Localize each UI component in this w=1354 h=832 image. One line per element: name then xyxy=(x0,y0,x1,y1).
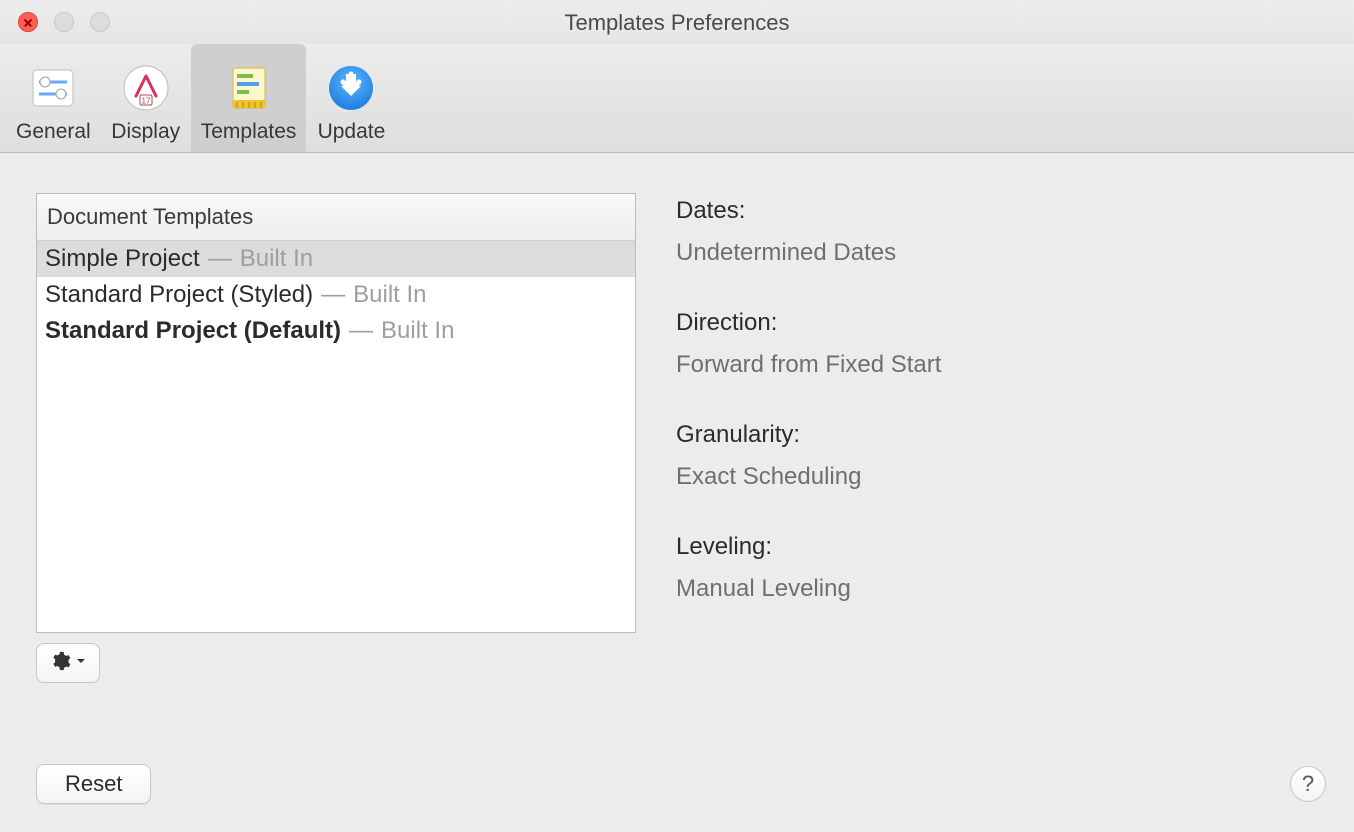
template-name: Simple Project xyxy=(45,245,200,273)
footer: Reset ? xyxy=(36,764,1326,804)
toolbar-item-display[interactable]: 17 Display xyxy=(101,44,191,152)
detail-label: Direction: xyxy=(676,309,1318,337)
templates-list-body: Simple Project — Built In Standard Proje… xyxy=(37,241,635,632)
sliders-icon xyxy=(27,62,79,114)
detail-value: Manual Leveling xyxy=(676,575,1318,603)
template-row[interactable]: Standard Project (Default) — Built In xyxy=(37,313,635,349)
toolbar-item-templates[interactable]: Templates xyxy=(191,44,307,152)
dash: — xyxy=(349,317,373,345)
detail-label: Leveling: xyxy=(676,533,1318,561)
templates-icon xyxy=(223,62,275,114)
toolbar-label: Update xyxy=(318,120,386,144)
help-button[interactable]: ? xyxy=(1290,766,1326,802)
detail-value: Exact Scheduling xyxy=(676,463,1318,491)
template-name: Standard Project (Default) xyxy=(45,317,341,345)
window-minimize-button xyxy=(54,12,74,32)
window-title: Templates Preferences xyxy=(0,10,1354,36)
toolbar-label: General xyxy=(16,120,91,144)
traffic-lights xyxy=(0,12,110,32)
templates-list-header: Document Templates xyxy=(37,194,635,241)
template-tag: Built In xyxy=(353,281,426,309)
download-icon xyxy=(325,62,377,114)
templates-column: Document Templates Simple Project — Buil… xyxy=(36,193,636,832)
template-row[interactable]: Simple Project — Built In xyxy=(37,241,635,277)
content-area: Document Templates Simple Project — Buil… xyxy=(0,153,1354,832)
template-tag: Built In xyxy=(381,317,454,345)
toolbar-label: Display xyxy=(111,120,180,144)
template-details: Dates: Undetermined Dates Direction: For… xyxy=(676,193,1318,832)
dash: — xyxy=(321,281,345,309)
titlebar: Templates Preferences xyxy=(0,0,1354,44)
template-tag: Built In xyxy=(240,245,313,273)
gear-icon xyxy=(49,650,71,677)
detail-value: Undetermined Dates xyxy=(676,239,1318,267)
preferences-toolbar: General 17 Display xyxy=(0,44,1354,153)
detail-label: Granularity: xyxy=(676,421,1318,449)
detail-field-granularity: Granularity: Exact Scheduling xyxy=(676,421,1318,491)
reset-button[interactable]: Reset xyxy=(36,764,151,804)
toolbar-item-update[interactable]: Update xyxy=(306,44,396,152)
calendar-icon: 17 xyxy=(120,62,172,114)
detail-field-direction: Direction: Forward from Fixed Start xyxy=(676,309,1318,379)
detail-field-dates: Dates: Undetermined Dates xyxy=(676,197,1318,267)
dash: — xyxy=(208,245,232,273)
detail-value: Forward from Fixed Start xyxy=(676,351,1318,379)
detail-field-leveling: Leveling: Manual Leveling xyxy=(676,533,1318,603)
window-close-button[interactable] xyxy=(18,12,38,32)
template-name: Standard Project (Styled) xyxy=(45,281,313,309)
template-row[interactable]: Standard Project (Styled) — Built In xyxy=(37,277,635,313)
toolbar-label: Templates xyxy=(201,120,297,144)
detail-label: Dates: xyxy=(676,197,1318,225)
templates-list: Document Templates Simple Project — Buil… xyxy=(36,193,636,633)
templates-actions-menu[interactable] xyxy=(36,643,100,683)
svg-text:17: 17 xyxy=(141,97,150,106)
toolbar-item-general[interactable]: General xyxy=(6,44,101,152)
chevron-down-icon xyxy=(75,654,87,672)
window-zoom-button xyxy=(90,12,110,32)
